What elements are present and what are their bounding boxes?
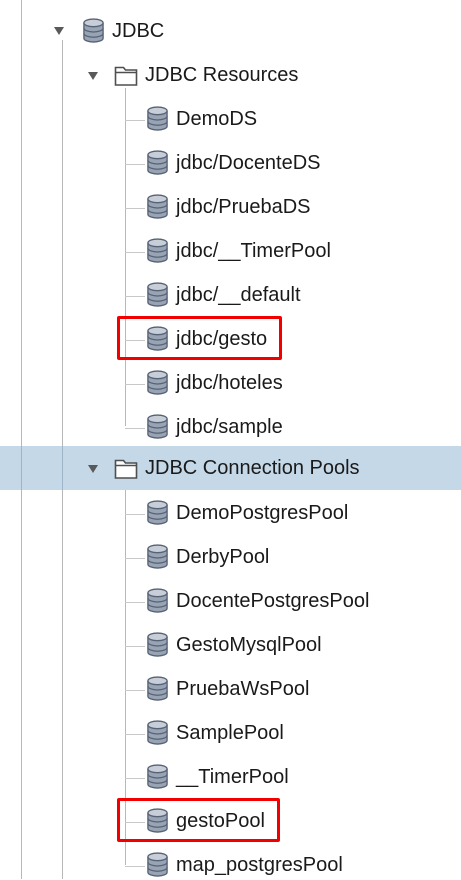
tree-connector-line bbox=[125, 208, 145, 209]
tree-leaf-node[interactable]: jdbc/hoteles bbox=[146, 368, 283, 398]
tree-connector-line bbox=[125, 514, 145, 515]
tree-connector-line bbox=[125, 296, 145, 297]
database-icon bbox=[147, 808, 168, 833]
tree-guide-line bbox=[125, 490, 126, 865]
tree-connector-line bbox=[125, 384, 145, 385]
folder-icon bbox=[114, 66, 138, 86]
tree-leaf-node[interactable]: jdbc/PruebaDS bbox=[146, 192, 311, 222]
tree-leaf-node[interactable]: SamplePool bbox=[146, 718, 284, 748]
database-icon bbox=[147, 720, 168, 745]
tree-leaf-label: jdbc/__TimerPool bbox=[176, 240, 331, 262]
tree-leaf-node[interactable]: GestoMysqlPool bbox=[146, 630, 322, 660]
expand-triangle-icon[interactable] bbox=[88, 465, 98, 473]
tree-leaf-node[interactable]: map_postgresPool bbox=[146, 850, 343, 880]
tree-leaf-node[interactable]: gestoPool bbox=[146, 806, 265, 836]
tree-node-label: JDBC Connection Pools bbox=[145, 457, 360, 479]
database-icon bbox=[147, 500, 168, 525]
tree-leaf-label: jdbc/hoteles bbox=[176, 372, 283, 394]
tree-leaf-node[interactable]: DocentePostgresPool bbox=[146, 586, 369, 616]
tree-leaf-node[interactable]: DerbyPool bbox=[146, 542, 269, 572]
tree-leaf-label: gestoPool bbox=[176, 810, 265, 832]
folder-icon bbox=[114, 459, 138, 479]
database-icon bbox=[147, 852, 168, 877]
tree-leaf-node[interactable]: DemoPostgresPool bbox=[146, 498, 348, 528]
tree-connector-line bbox=[125, 690, 145, 691]
tree-node-jdbc[interactable]: JDBC bbox=[50, 16, 164, 46]
database-icon bbox=[147, 106, 168, 131]
tree-leaf-label: DemoDS bbox=[176, 108, 258, 130]
expand-triangle-icon[interactable] bbox=[88, 72, 98, 80]
database-icon bbox=[147, 588, 168, 613]
tree-connector-line bbox=[125, 428, 145, 429]
tree-connector-line bbox=[125, 164, 145, 165]
tree-leaf-node[interactable]: jdbc/DocenteDS bbox=[146, 148, 321, 178]
tree-leaf-label: jdbc/PruebaDS bbox=[176, 196, 311, 218]
tree-connector-line bbox=[125, 866, 145, 867]
tree-connector-line bbox=[125, 646, 145, 647]
tree-connector-line bbox=[125, 602, 145, 603]
tree-connector-line bbox=[125, 252, 145, 253]
tree-leaf-node[interactable]: jdbc/__default bbox=[146, 280, 301, 310]
database-icon bbox=[147, 150, 168, 175]
tree-node-jdbc-resources[interactable]: JDBC Resources bbox=[84, 60, 298, 90]
tree-connector-line bbox=[125, 822, 145, 823]
database-icon bbox=[147, 326, 168, 351]
database-icon bbox=[147, 632, 168, 657]
tree-leaf-label: jdbc/sample bbox=[176, 416, 283, 438]
tree-leaf-label: __TimerPool bbox=[176, 766, 289, 788]
database-icon bbox=[147, 676, 168, 701]
tree-leaf-label: SamplePool bbox=[176, 722, 284, 744]
database-icon bbox=[83, 18, 104, 43]
tree-node-label: JDBC bbox=[112, 20, 165, 42]
tree-leaf-label: DerbyPool bbox=[176, 546, 270, 568]
tree-connector-line bbox=[125, 778, 145, 779]
tree-connector-line bbox=[125, 340, 145, 341]
tree-leaf-node[interactable]: DemoDS bbox=[146, 104, 257, 134]
tree-node-label: JDBC Resources bbox=[145, 64, 299, 86]
tree-leaf-label: jdbc/gesto bbox=[176, 328, 268, 350]
tree-connector-line bbox=[125, 734, 145, 735]
tree-leaf-label: DemoPostgresPool bbox=[176, 502, 349, 524]
tree-node-jdbc-connection-pools[interactable]: JDBC Connection Pools bbox=[84, 453, 360, 483]
database-icon bbox=[147, 544, 168, 569]
tree-guide-line bbox=[125, 88, 126, 426]
tree-leaf-node[interactable]: __TimerPool bbox=[146, 762, 289, 792]
database-icon bbox=[147, 238, 168, 263]
database-icon bbox=[147, 764, 168, 789]
tree-leaf-label: map_postgresPool bbox=[176, 854, 343, 876]
tree-leaf-label: GestoMysqlPool bbox=[176, 634, 322, 656]
expand-triangle-icon[interactable] bbox=[54, 27, 64, 35]
tree-guide-line bbox=[62, 446, 63, 490]
database-icon bbox=[147, 282, 168, 307]
database-icon bbox=[147, 370, 168, 395]
tree-leaf-label: jdbc/__default bbox=[176, 284, 301, 306]
database-icon bbox=[147, 414, 168, 439]
tree-connector-line bbox=[125, 558, 145, 559]
tree-leaf-node[interactable]: PruebaWsPool bbox=[146, 674, 309, 704]
tree-guide-line bbox=[21, 446, 22, 490]
tree-leaf-label: jdbc/DocenteDS bbox=[176, 152, 321, 174]
tree-leaf-node[interactable]: jdbc/gesto bbox=[146, 324, 267, 354]
tree-leaf-node[interactable]: jdbc/__TimerPool bbox=[146, 236, 331, 266]
tree-leaf-node[interactable]: jdbc/sample bbox=[146, 412, 283, 442]
tree-leaf-label: PruebaWsPool bbox=[176, 678, 310, 700]
tree-guide-line bbox=[21, 0, 22, 879]
database-icon bbox=[147, 194, 168, 219]
tree-connector-line bbox=[125, 120, 145, 121]
tree-leaf-label: DocentePostgresPool bbox=[176, 590, 370, 612]
